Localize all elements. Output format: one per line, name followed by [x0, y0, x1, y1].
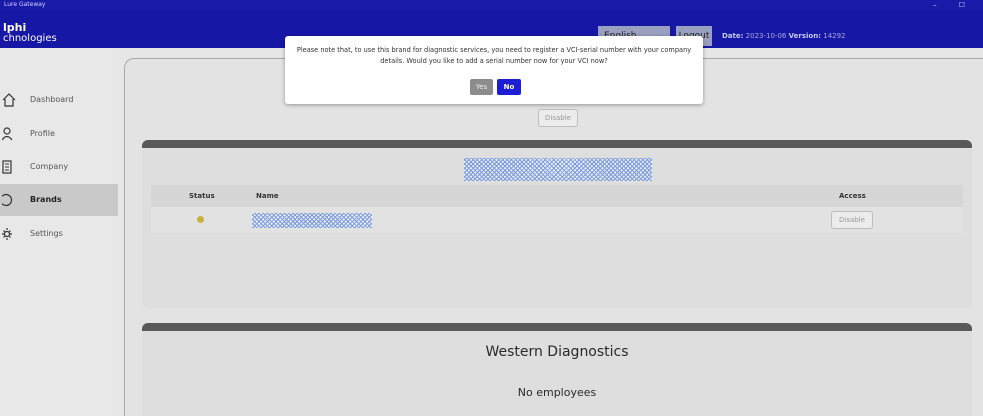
sidebar-item-label: Dashboard	[30, 95, 74, 104]
company-title: Western Diagnostics	[485, 344, 629, 360]
brand-name-redacted	[464, 158, 652, 181]
sidebar-item-company[interactable]: Company	[0, 151, 118, 183]
gear-icon	[2, 228, 12, 240]
date-label: Date:	[722, 32, 744, 40]
sidebar-item-dashboard[interactable]: Dashboard	[0, 84, 118, 116]
sidebar-item-brands[interactable]: Brands	[0, 184, 118, 216]
sidebar-item-profile[interactable]: Profile	[0, 118, 118, 150]
column-header-status: Status	[189, 192, 215, 200]
row-disable-button[interactable]: Disable	[831, 211, 873, 229]
window-title: Lure Gateway	[4, 1, 46, 8]
brand-logo-line2: chnologies	[3, 33, 57, 44]
company-card: Western Diagnostics No employees	[142, 323, 972, 416]
version-value: 14292	[823, 32, 846, 40]
sidebar-item-label: Brands	[30, 195, 62, 204]
status-indicator	[197, 216, 204, 223]
date-value: 2023-10-06	[745, 32, 787, 40]
sidebar: Dashboard Profile Company Brands Setting…	[0, 48, 118, 416]
brand-logo-line1: lphi	[3, 21, 27, 34]
card-header-bar	[142, 323, 972, 331]
yes-button[interactable]: Yes	[470, 79, 493, 95]
sidebar-item-settings[interactable]: Settings	[0, 218, 118, 250]
sidebar-item-label: Company	[30, 162, 69, 171]
employees-status: No employees	[517, 386, 597, 399]
disable-brand-button[interactable]: Disable	[538, 109, 578, 127]
home-icon	[2, 93, 16, 107]
building-icon	[2, 160, 12, 174]
brand-icon	[2, 193, 13, 207]
table-row: Disable	[151, 207, 963, 233]
row-name-redacted	[252, 213, 372, 228]
table-header: Status Name Access	[151, 185, 963, 207]
window-controls[interactable]: – ☐	[933, 0, 975, 10]
version-label: Version:	[788, 32, 821, 40]
sidebar-item-label: Profile	[30, 129, 55, 138]
card-header-bar	[142, 140, 972, 148]
serial-number-dialog: Please note that, to use this brand for …	[285, 36, 703, 104]
no-button[interactable]: No	[497, 79, 521, 95]
date-version-info: Date: 2023-10-06 Version: 14292	[722, 26, 846, 46]
column-header-access: Access	[839, 192, 866, 200]
sidebar-item-label: Settings	[30, 229, 63, 238]
column-header-name: Name	[256, 192, 279, 200]
dialog-message: Please note that, to use this brand for …	[296, 46, 692, 65]
user-icon	[2, 127, 13, 141]
brand-card: Status Name Access Disable	[142, 140, 972, 308]
window-titlebar: Lure Gateway – ☐	[0, 0, 983, 10]
